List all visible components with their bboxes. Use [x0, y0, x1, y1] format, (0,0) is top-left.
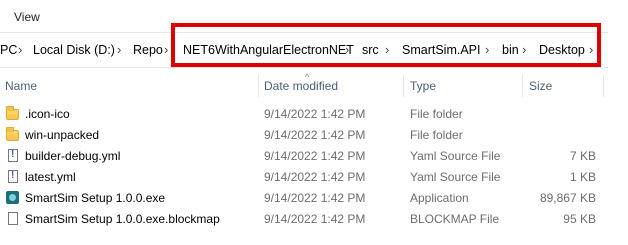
file-name: .icon-ico: [25, 107, 70, 121]
file-date: 9/14/2022 1:42 PM: [264, 170, 366, 184]
column-header-type[interactable]: Type: [410, 79, 436, 93]
file-date: 9/14/2022 1:42 PM: [264, 212, 366, 226]
folder-icon: [6, 106, 19, 120]
file-type: Yaml Source File: [410, 170, 501, 184]
file-row[interactable]: SmartSim Setup 1.0.0.exe 9/14/2022 1:42 …: [0, 188, 628, 209]
file-date: 9/14/2022 1:42 PM: [264, 128, 366, 142]
column-divider[interactable]: [403, 75, 404, 97]
column-divider[interactable]: [258, 75, 259, 97]
file-type: File folder: [410, 128, 463, 142]
file-date: 9/14/2022 1:42 PM: [264, 191, 366, 205]
column-header-name[interactable]: Name: [5, 79, 37, 93]
file-size: 1 KB: [569, 170, 596, 184]
file-row[interactable]: .icon-ico 9/14/2022 1:42 PM File folder: [0, 104, 628, 125]
column-header-date[interactable]: Date modified: [264, 79, 338, 93]
chevron-right-icon[interactable]: ›: [18, 42, 22, 57]
application-icon: [6, 191, 19, 204]
breadcrumb-pc[interactable]: PC: [0, 43, 17, 57]
file-type: File folder: [410, 107, 463, 121]
file-row[interactable]: win-unpacked 9/14/2022 1:42 PM File fold…: [0, 125, 628, 146]
file-size: 89,867 KB: [539, 191, 596, 205]
file-date: 9/14/2022 1:42 PM: [264, 107, 366, 121]
folder-icon: [6, 127, 19, 141]
file-name: SmartSim Setup 1.0.0.exe: [25, 191, 166, 205]
file-row[interactable]: SmartSim Setup 1.0.0.exe.blockmap 9/14/2…: [0, 209, 628, 230]
file-type: BLOCKMAP File: [410, 212, 500, 226]
chevron-right-icon[interactable]: ›: [117, 42, 121, 57]
tab-view[interactable]: View: [14, 10, 40, 24]
column-header-row: ^ Name Date modified Type Size: [0, 72, 628, 97]
file-name: builder-debug.yml: [25, 149, 121, 163]
file-name: win-unpacked: [25, 128, 100, 142]
path-highlight-box: [171, 23, 601, 67]
yaml-file-icon: [8, 149, 18, 162]
column-divider[interactable]: [603, 75, 604, 97]
blank-file-icon: [8, 212, 18, 225]
breadcrumb-local-disk[interactable]: Local Disk (D:): [33, 43, 115, 57]
file-name: latest.yml: [25, 170, 76, 184]
breadcrumb-repo[interactable]: Repo: [133, 43, 163, 57]
chevron-right-icon[interactable]: ›: [164, 42, 168, 57]
column-header-size[interactable]: Size: [529, 79, 552, 93]
column-divider[interactable]: [522, 75, 523, 97]
file-row[interactable]: latest.yml 9/14/2022 1:42 PM Yaml Source…: [0, 167, 628, 188]
file-date: 9/14/2022 1:42 PM: [264, 149, 366, 163]
file-size: 7 KB: [569, 149, 596, 163]
yaml-file-icon: [8, 170, 18, 183]
file-type: Application: [410, 191, 469, 205]
file-type: Yaml Source File: [410, 149, 501, 163]
file-name: SmartSim Setup 1.0.0.exe.blockmap: [25, 212, 220, 226]
file-row[interactable]: builder-debug.yml 9/14/2022 1:42 PM Yaml…: [0, 146, 628, 167]
file-size: 95 KB: [563, 212, 596, 226]
